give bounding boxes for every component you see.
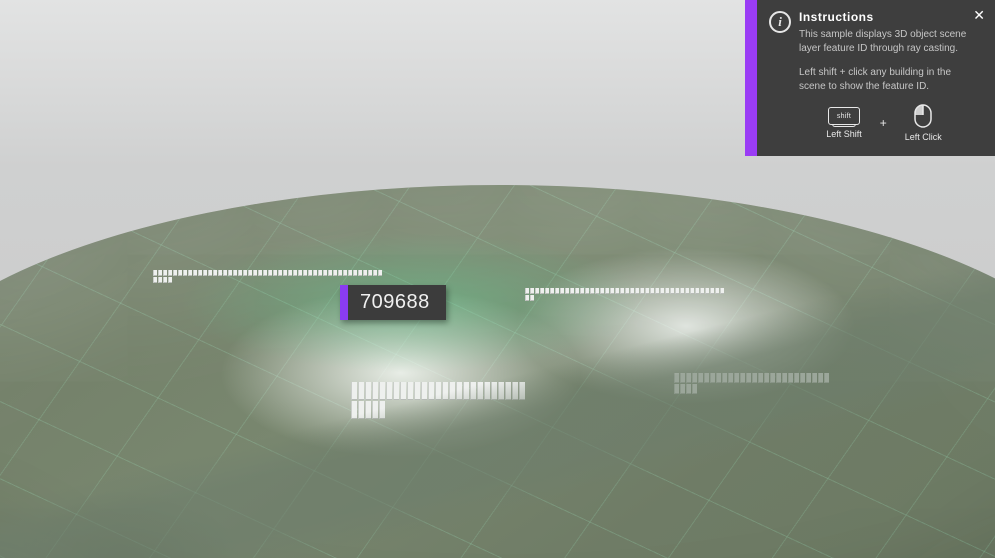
scene-viewport[interactable]: 709688 ✕ i Instructions This sample disp… [0,0,995,558]
building-cluster-downtown[interactable] [351,382,531,419]
feature-id-value: 709688 [348,285,446,320]
tooltip-accent [340,285,348,320]
shift-key-hint: shift Left Shift [826,107,862,139]
controls-row: shift Left Shift + [799,104,969,142]
info-icon: i [769,11,791,33]
instructions-panel: ✕ i Instructions This sample displays 3D… [745,0,995,156]
mouse-icon [914,104,932,128]
building-cluster-north[interactable] [525,288,725,301]
left-click-label: Left Click [905,132,942,142]
panel-desc-2: Left shift + click any building in the s… [799,66,969,94]
building-cluster-east[interactable] [674,373,834,394]
shift-key-icon: shift [828,107,860,125]
panel-accent [745,0,757,156]
plus-label: + [880,116,887,130]
building-cluster-west[interactable] [153,270,383,283]
shift-key-label: Left Shift [826,129,862,139]
panel-body: ✕ i Instructions This sample displays 3D… [757,0,995,156]
left-click-hint: Left Click [905,104,942,142]
close-button[interactable]: ✕ [973,8,985,22]
terrain-disc[interactable] [0,185,995,558]
feature-id-tooltip: 709688 [340,285,446,320]
panel-desc-1: This sample displays 3D object scene lay… [799,28,969,56]
panel-title: Instructions [799,10,969,24]
